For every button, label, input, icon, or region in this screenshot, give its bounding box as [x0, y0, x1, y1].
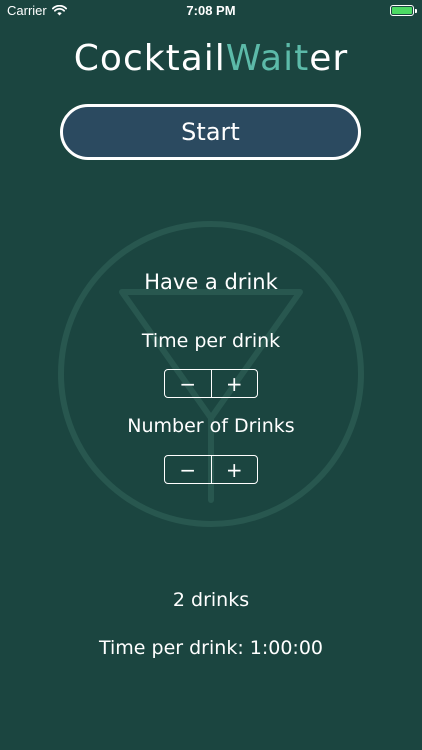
number-of-drinks-stepper: − +	[164, 455, 258, 484]
number-of-drinks-label: Number of Drinks	[127, 415, 295, 437]
time-per-drink-label: Time per drink	[141, 330, 281, 352]
app-title-part-er: er	[309, 38, 349, 79]
app-title-part-t: t	[294, 38, 310, 79]
number-of-drinks-increment-button[interactable]: +	[212, 456, 258, 483]
app-title: CocktailWaiter	[0, 38, 422, 79]
app-title-part-cocktail: Cocktail	[73, 38, 226, 79]
time-per-drink-increment-button[interactable]: +	[212, 370, 258, 397]
time-per-drink-summary-text: Time per drink: 1:00:00	[98, 637, 324, 659]
start-button[interactable]: Start	[60, 104, 361, 160]
time-per-drink-decrement-button[interactable]: −	[165, 370, 211, 397]
drinks-count-text: 2 drinks	[172, 589, 250, 611]
number-of-drinks-decrement-button[interactable]: −	[165, 456, 211, 483]
time-per-drink-stepper: − +	[164, 369, 258, 398]
section-title: Have a drink	[144, 270, 278, 294]
app-title-part-wai: Wai	[225, 38, 295, 79]
